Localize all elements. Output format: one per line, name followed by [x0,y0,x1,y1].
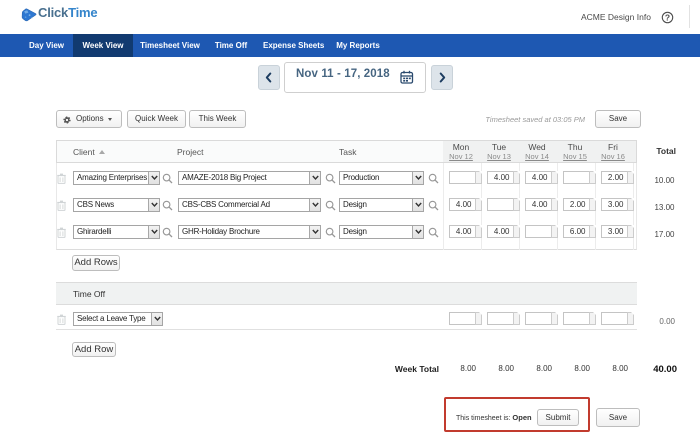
svg-text:?: ? [665,12,670,22]
